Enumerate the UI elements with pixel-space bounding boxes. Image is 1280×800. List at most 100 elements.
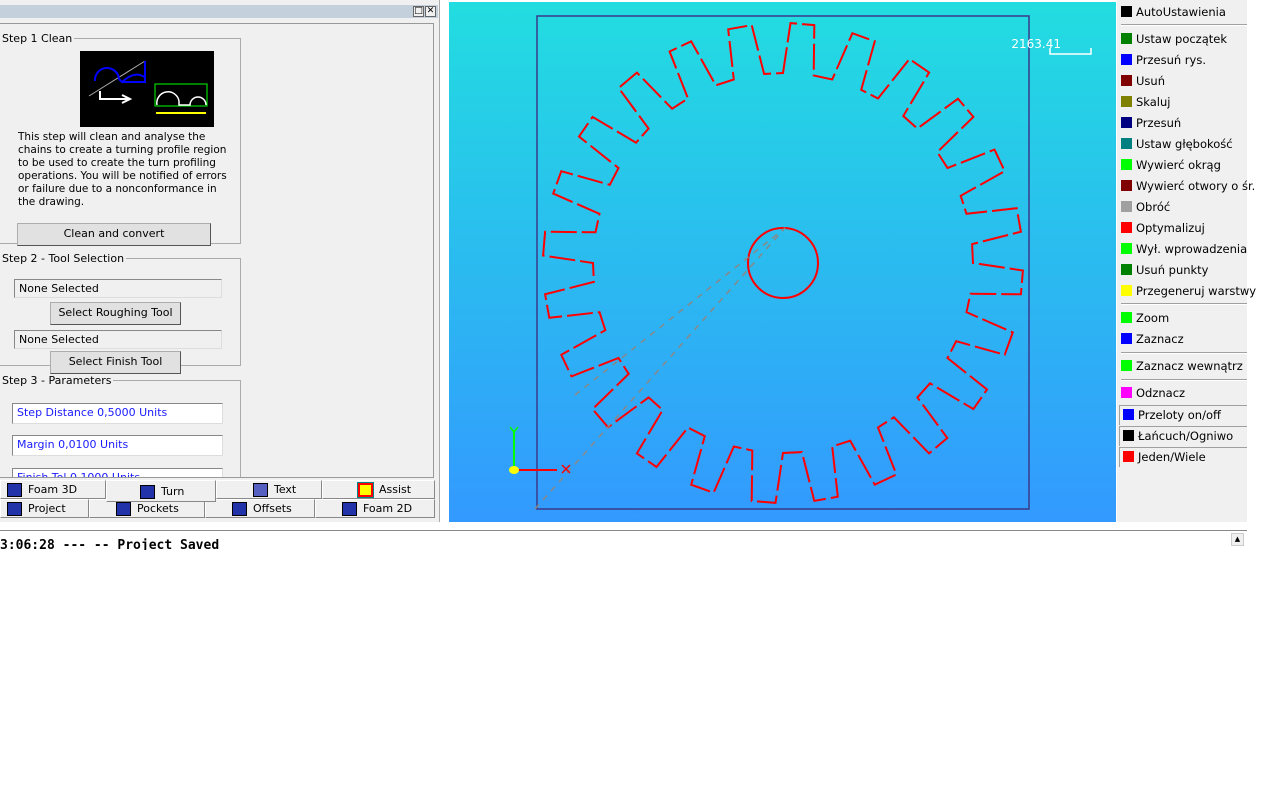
- tab-label: Foam 2D: [363, 502, 413, 515]
- menu-item[interactable]: Przeloty on/off: [1119, 405, 1247, 425]
- menu-item[interactable]: Łańcuch/Ogniwo: [1119, 426, 1247, 446]
- menu-item[interactable]: Wywierć otwory o śr.: [1121, 178, 1255, 194]
- menu-separator: [1121, 379, 1247, 381]
- menu-item-label: Łańcuch/Ogniwo: [1138, 429, 1234, 443]
- color-swatch-icon: [1121, 360, 1132, 371]
- tab-label: Project: [28, 502, 66, 515]
- tab-label: Assist: [379, 483, 412, 496]
- tool-menu: AutoUstawienia Ustaw początek Przesuń rys.…: [1117, 0, 1256, 522]
- assist-icon: [357, 482, 374, 498]
- color-swatch-icon: [1121, 180, 1132, 191]
- restore-icon[interactable]: □: [413, 6, 424, 17]
- menu-item[interactable]: Odznacz: [1121, 385, 1185, 401]
- menu-item-label: Wył. wprowadzenia: [1136, 242, 1248, 256]
- pockets-icon: [116, 502, 131, 516]
- message-log: 3:06:28 --- -- Project Saved ▲: [0, 530, 1247, 550]
- color-swatch-icon: [1123, 409, 1134, 420]
- color-swatch-icon: [1121, 387, 1132, 398]
- tab-foam-2d[interactable]: Foam 2D: [315, 499, 435, 518]
- menu-item[interactable]: Wył. wprowadzenia: [1121, 241, 1247, 257]
- menu-item[interactable]: Usuń punkty: [1121, 262, 1209, 278]
- margin-input[interactable]: Margin 0,0100 Units: [12, 435, 223, 456]
- color-swatch-icon: [1121, 117, 1132, 128]
- step-distance-input[interactable]: Step Distance 0,5000 Units: [12, 403, 223, 424]
- menu-item[interactable]: AutoUstawienia: [1121, 4, 1226, 20]
- menu-item[interactable]: Przegeneruj warstwy: [1121, 283, 1256, 299]
- tab-assist[interactable]: Assist: [322, 480, 435, 499]
- rapid-path: [574, 227, 786, 396]
- menu-item-label: Zaznacz: [1136, 332, 1184, 346]
- step1-description: This step will clean and analyse the cha…: [18, 131, 227, 208]
- color-swatch-icon: [1121, 201, 1132, 212]
- color-swatch-icon: [1123, 451, 1134, 462]
- menu-item[interactable]: Ustaw początek: [1121, 31, 1227, 47]
- color-swatch-icon: [1121, 75, 1132, 86]
- tab-label: Pockets: [137, 502, 179, 515]
- tab-project[interactable]: Project: [0, 499, 89, 518]
- step3-title: Step 3 - Parameters: [2, 374, 112, 387]
- menu-item[interactable]: Zoom: [1121, 310, 1169, 326]
- menu-item[interactable]: Przesuń: [1121, 115, 1181, 131]
- menu-item-label: Odznacz: [1136, 386, 1186, 400]
- rapid-path: [534, 227, 786, 510]
- finish-tol-input[interactable]: Finish Tol 0,1000 Units: [12, 468, 223, 477]
- select-finish-tool-button[interactable]: Select Finish Tool: [50, 351, 181, 374]
- gear-profile[interactable]: [542, 22, 1024, 504]
- center-hole[interactable]: [747, 227, 819, 299]
- menu-item-label: Optymalizuj: [1136, 221, 1205, 235]
- color-swatch-icon: [1121, 54, 1132, 65]
- color-swatch-icon: [1121, 264, 1132, 275]
- menu-item-label: Przesuń rys.: [1136, 53, 1206, 67]
- menu-item[interactable]: Wywierć okrąg: [1121, 157, 1221, 173]
- color-swatch-icon: [1121, 312, 1132, 323]
- wizard-scroll-area: Step 1 Clean This step will clean and an…: [0, 23, 434, 478]
- menu-item[interactable]: Usuń: [1121, 73, 1165, 89]
- step1-group: Step 1 Clean This step will clean and an…: [0, 32, 241, 246]
- menu-item[interactable]: Przesuń rys.: [1121, 52, 1206, 68]
- tab-label: Foam 3D: [28, 483, 78, 496]
- panel-title-bar: [0, 5, 438, 18]
- finish-tool-field: None Selected: [14, 330, 222, 349]
- color-swatch-icon: [1121, 33, 1132, 44]
- tab-offsets[interactable]: Offsets: [205, 499, 315, 518]
- scroll-up-icon[interactable]: ▲: [1231, 533, 1244, 546]
- menu-item-label: Usuń: [1136, 74, 1165, 88]
- clean-and-convert-button[interactable]: Clean and convert: [17, 223, 211, 246]
- menu-item[interactable]: Zaznacz: [1121, 331, 1184, 347]
- color-swatch-icon: [1121, 285, 1132, 296]
- color-swatch-icon: [1123, 430, 1134, 441]
- menu-item-label: Skaluj: [1136, 95, 1171, 109]
- step3-group: Step 3 - Parameters Step Distance 0,5000…: [0, 374, 241, 477]
- menu-item-label: Przegeneruj warstwy: [1136, 284, 1257, 298]
- menu-item-label: Usuń punkty: [1136, 263, 1209, 277]
- project-icon: [7, 502, 22, 516]
- menu-item-label: AutoUstawienia: [1136, 5, 1226, 19]
- menu-item[interactable]: Obróć: [1121, 199, 1170, 215]
- menu-item[interactable]: Optymalizuj: [1121, 220, 1205, 236]
- turn-icon: [140, 485, 155, 499]
- color-swatch-icon: [1121, 138, 1132, 149]
- foam-2d-icon: [342, 502, 357, 516]
- axis-gizmo: [509, 426, 571, 474]
- tab-foam-3d[interactable]: Foam 3D: [0, 480, 106, 499]
- menu-item[interactable]: Skaluj: [1121, 94, 1170, 110]
- tab-label: Offsets: [253, 502, 292, 515]
- menu-item[interactable]: Jeden/Wiele: [1119, 447, 1247, 467]
- drawing-svg[interactable]: 2163.41: [449, 2, 1116, 522]
- tab-turn[interactable]: Turn: [106, 480, 216, 502]
- menu-item[interactable]: Ustaw głębokość: [1121, 136, 1233, 152]
- tab-text[interactable]: Text: [216, 480, 322, 499]
- close-icon[interactable]: ✕: [425, 6, 436, 17]
- tab-label: Turn: [161, 485, 185, 498]
- select-roughing-tool-button[interactable]: Select Roughing Tool: [50, 302, 181, 325]
- menu-item[interactable]: Zaznacz wewnątrz: [1121, 358, 1243, 374]
- stock-boundary: [536, 15, 1030, 510]
- menu-item-label: Obróć: [1136, 200, 1171, 214]
- text-icon: [253, 483, 268, 497]
- offsets-icon: [232, 502, 247, 516]
- color-swatch-icon: [1121, 222, 1132, 233]
- color-swatch-icon: [1121, 96, 1132, 107]
- color-swatch-icon: [1121, 243, 1132, 254]
- drawing-canvas[interactable]: 2163.41: [449, 2, 1116, 522]
- foam-3d-icon: [7, 483, 22, 497]
